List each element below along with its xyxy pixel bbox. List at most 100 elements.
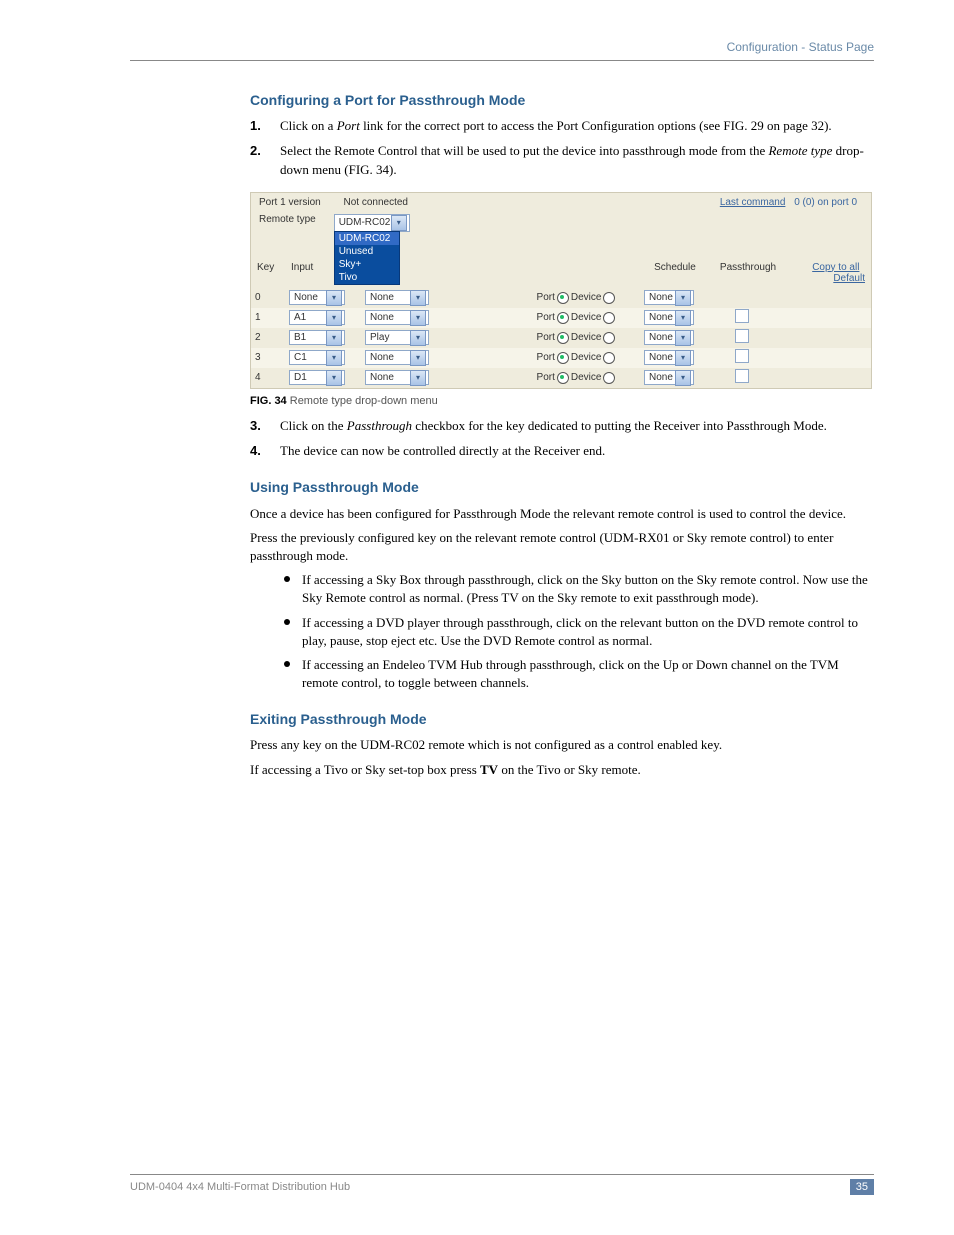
table-row: 3 C1▾ None▾ Port Device None▾ [251,348,871,368]
port-device-radio-group: Port Device [537,332,616,344]
table-row: 0None▾None▾Port Device None▾ [251,288,871,308]
radio-device[interactable] [603,312,615,324]
bullet-sky: If accessing a Sky Box through passthrou… [280,571,874,607]
steps-list-1: Click on a Port link for the correct por… [130,117,874,180]
radio-port[interactable] [557,332,569,344]
footer-title: UDM-0404 4x4 Multi-Format Distribution H… [130,1181,350,1193]
schedule-select[interactable]: None▾ [644,310,694,325]
table-row: 4 D1▾ None▾ Port Device None▾ [251,368,871,388]
schedule-select[interactable]: None▾ [644,330,694,345]
chevron-down-icon: ▾ [326,310,342,326]
device-select[interactable]: None▾ [365,310,429,325]
chevron-down-icon: ▾ [675,330,691,346]
bullet-tvm: If accessing an Endeleo TVM Hub through … [280,656,874,692]
figure-34-label: FIG. 34 [250,395,287,407]
p-using-2: Press the previously configured key on t… [250,529,874,565]
radio-port[interactable] [557,292,569,304]
remote-type-options[interactable]: UDM-RC02 Unused Sky+ Tivo [334,231,400,285]
option-tivo[interactable]: Tivo [335,271,399,284]
chevron-down-icon: ▾ [675,370,691,386]
key-cell: 3 [255,352,261,363]
step-1: Click on a Port link for the correct por… [250,117,874,136]
schedule-select[interactable]: None▾ [644,290,694,305]
p-exit-2: If accessing a Tivo or Sky set-top box p… [250,761,874,779]
port-device-radio-group: Port Device [537,372,616,384]
chevron-down-icon: ▾ [326,330,342,346]
chevron-down-icon: ▾ [410,310,426,326]
input-select[interactable]: None▾ [289,290,345,305]
passthrough-checkbox[interactable] [735,349,749,363]
input-select[interactable]: C1▾ [289,350,345,365]
passthrough-checkbox[interactable] [735,329,749,343]
chevron-down-icon: ▾ [391,215,407,231]
port-device-radio-group: Port Device [537,312,616,324]
keytable: 0None▾None▾Port Device None▾1A1▾None▾Por… [251,288,871,388]
key-cell: 2 [255,332,261,343]
option-skyplus[interactable]: Sky+ [335,258,399,271]
radio-device[interactable] [603,372,615,384]
hdr-passthrough: Passthrough [713,262,783,284]
radio-device[interactable] [603,332,615,344]
chevron-down-icon: ▾ [410,370,426,386]
passthrough-checkbox[interactable] [735,309,749,323]
device-select[interactable]: None▾ [365,370,429,385]
chevron-down-icon: ▾ [410,350,426,366]
remote-type-selected: UDM-RC02 [339,217,391,228]
ui-top-right: Last command 0 (0) on port 0 [720,197,863,208]
ui-panel: Port 1 version Not connected Last comman… [250,192,872,389]
option-unused[interactable]: Unused [335,245,399,258]
chevron-down-icon: ▾ [675,350,691,366]
ui-topbar: Port 1 version Not connected Last comman… [251,193,871,212]
chevron-down-icon: ▾ [326,290,342,306]
radio-port[interactable] [557,312,569,324]
input-select[interactable]: A1▾ [289,310,345,325]
hdr-schedule: Schedule [637,262,713,284]
heading-configuring: Configuring a Port for Passthrough Mode [250,91,874,109]
copy-to-all-link[interactable]: Copy to all [812,262,859,273]
bullet-list: If accessing a Sky Box through passthrou… [280,571,874,692]
device-select[interactable]: Play▾ [365,330,429,345]
chevron-down-icon: ▾ [675,310,691,326]
schedule-select[interactable]: None▾ [644,370,694,385]
device-select[interactable]: None▾ [365,350,429,365]
port-version-label: Port 1 version [259,197,321,208]
device-select[interactable]: None▾ [365,290,429,305]
chevron-down-icon: ▾ [410,290,426,306]
step-2: Select the Remote Control that will be u… [250,142,874,180]
radio-port[interactable] [557,352,569,364]
figure-34: Port 1 version Not connected Last comman… [250,192,874,389]
chevron-down-icon: ▾ [675,290,691,306]
radio-port[interactable] [557,372,569,384]
passthrough-checkbox[interactable] [735,369,749,383]
figure-34-caption: FIG. 34 Remote type drop-down menu [250,395,874,407]
radio-device[interactable] [603,292,615,304]
not-connected-label: Not connected [343,197,408,208]
key-cell: 1 [255,312,261,323]
schedule-select[interactable]: None▾ [644,350,694,365]
key-cell: 4 [255,372,261,383]
last-command-link[interactable]: Last command [720,197,786,208]
header-rule [130,60,874,61]
remote-type-select[interactable]: UDM-RC02 ▾ UDM-RC02 Unused Sky+ Tivo [334,214,410,232]
chevron-down-icon: ▾ [326,350,342,366]
input-select[interactable]: B1▾ [289,330,345,345]
port-device-radio-group: Port Device [537,292,616,304]
step-3: Click on the Passthrough checkbox for th… [250,417,874,436]
radio-device[interactable] [603,352,615,364]
remote-type-label: Remote type [259,214,316,225]
default-link[interactable]: Default [833,273,865,284]
input-select[interactable]: D1▾ [289,370,345,385]
option-udm-rc02[interactable]: UDM-RC02 [335,232,399,245]
header-right: Configuration - Status Page [130,40,874,54]
port-device-radio-group: Port Device [537,352,616,364]
table-row: 2 B1▾ Play▾ Port Device None▾ [251,328,871,348]
chevron-down-icon: ▾ [410,330,426,346]
step-4: The device can now be controlled directl… [250,442,874,461]
p-exit-1: Press any key on the UDM-RC02 remote whi… [250,736,874,754]
heading-exiting: Exiting Passthrough Mode [250,710,874,728]
table-row: 1 A1▾ None▾ Port Device None▾ [251,308,871,328]
footer: UDM-0404 4x4 Multi-Format Distribution H… [130,1174,874,1195]
hdr-key: Key [257,262,291,284]
steps-list-2: Click on the Passthrough checkbox for th… [130,417,874,461]
last-command-value: 0 (0) on port 0 [794,197,857,208]
